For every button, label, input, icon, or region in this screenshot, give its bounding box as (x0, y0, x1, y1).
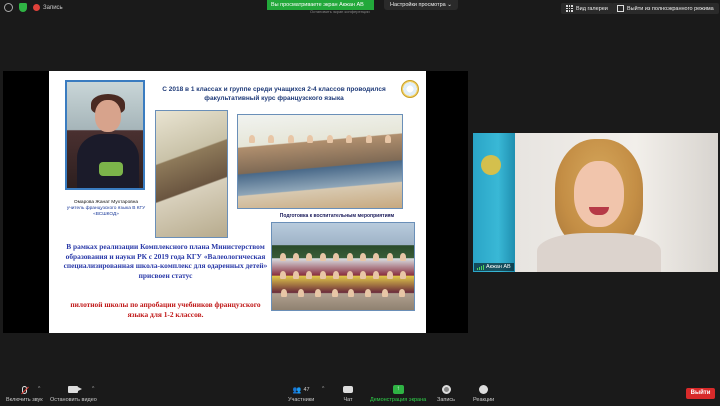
share-screen-icon: ↑ (392, 385, 404, 394)
slide-paragraph-highlight: пилотной школы по апробации учебников фр… (70, 300, 261, 319)
school-logo (401, 80, 419, 98)
participants-icon: 👥 (292, 386, 302, 394)
slide-title: С 2018 в 1 классах и группе среди учащих… (162, 86, 386, 102)
meeting-controls: Включить звук ^ Остановить видео ^ 👥 47 У… (0, 381, 720, 406)
classroom-photo-2 (237, 114, 403, 209)
chat-label: Чат (343, 397, 353, 403)
presentation-slide: Омарова Жанат Мухтаровна учитель француз… (49, 71, 426, 333)
chat-button[interactable]: Чат (343, 384, 353, 403)
stop-video-button[interactable]: Остановить видео (50, 384, 97, 403)
audio-options-caret[interactable]: ^ (38, 386, 40, 392)
view-settings-button[interactable]: Настройки просмотра ⌄ (384, 0, 458, 10)
participants-label: Участники (288, 397, 315, 403)
info-icon[interactable] (4, 3, 13, 12)
leave-button[interactable]: Выйти (686, 388, 715, 399)
record-icon (33, 4, 40, 11)
view-settings-label: Настройки просмотра (390, 2, 446, 8)
record-icon (441, 385, 451, 394)
top-bar: Запись Вы просматриваете экран Акжан АВ … (0, 0, 720, 17)
shared-screen: Омарова Жанат Мухтаровна учитель француз… (3, 71, 468, 333)
chat-icon (343, 386, 353, 393)
unmute-label: Включить звук (6, 397, 43, 403)
stop-video-label: Остановить видео (50, 397, 97, 403)
participants-count: 47 (303, 386, 310, 393)
teacher-portrait (65, 80, 145, 190)
group-photo (271, 222, 415, 311)
participant-name-tag: Акжан АВ (474, 263, 514, 271)
stop-share-note: Остановить экран конференции (310, 9, 370, 14)
gallery-view-button[interactable]: Вид галереи (561, 3, 613, 14)
slide-paragraph: В рамках реализации Комплексного плана М… (63, 242, 268, 281)
record-indicator[interactable]: Запись (33, 4, 63, 11)
reactions-button[interactable]: Реакции (473, 384, 494, 403)
fullscreen-icon (617, 5, 624, 12)
record-indicator-label: Запись (43, 4, 63, 11)
share-screen-button[interactable]: ↑ Демонстрация экрана (370, 384, 426, 403)
participant-name: Акжан АВ (486, 264, 511, 270)
exit-fullscreen-label: Выйти из полноэкранного режима (627, 5, 714, 12)
participants-options-caret[interactable]: ^ (322, 386, 324, 392)
shield-icon[interactable] (19, 3, 27, 12)
video-options-caret[interactable]: ^ (92, 386, 94, 392)
signal-icon (477, 264, 484, 270)
exit-fullscreen-button[interactable]: Выйти из полноэкранного режима (612, 3, 719, 14)
record-label: Запись (437, 397, 456, 403)
gallery-view-label: Вид галереи (576, 5, 608, 12)
record-button[interactable]: Запись (437, 384, 455, 403)
flag-background (473, 133, 515, 272)
mic-muted-icon (21, 385, 27, 394)
share-screen-label: Демонстрация экрана (370, 397, 427, 403)
teacher-caption: Омарова Жанат Мухтаровна учитель француз… (65, 200, 147, 218)
participants-button[interactable]: 👥 47 Участники (288, 384, 315, 404)
reactions-label: Реакции (473, 397, 495, 403)
gallery-icon (566, 5, 573, 12)
participant-video[interactable]: Акжан АВ (473, 133, 718, 272)
classroom-photo-1 (155, 110, 228, 238)
teacher-role: учитель французского языка В КГУ «ВСШКОД… (66, 206, 146, 217)
reactions-icon (479, 385, 489, 394)
camera-icon (68, 386, 83, 393)
top-left-controls: Запись (4, 3, 63, 12)
photo-caption: Подготовка к воспитательным мероприятиям (279, 213, 395, 219)
